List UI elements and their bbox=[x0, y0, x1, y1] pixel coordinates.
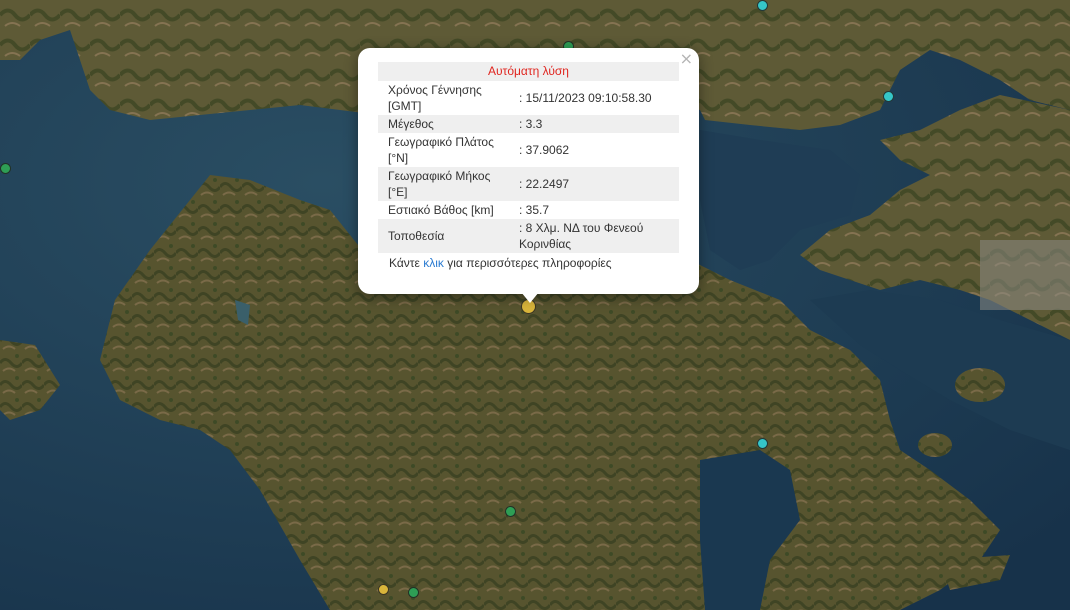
more-info-text: Κάντε κλικ για περισσότερες πληροφορίες bbox=[378, 253, 679, 273]
row-label: Γεωγραφικό Πλάτος [°N] bbox=[388, 135, 494, 165]
earthquake-marker-icon[interactable] bbox=[757, 0, 768, 11]
table-row: Τοποθεσία : 8 Χλμ. ΝΔ του Φενεού Κορινθί… bbox=[378, 219, 679, 253]
table-row: Μέγεθος : 3.3 bbox=[378, 115, 679, 133]
row-label: Χρόνος Γέννησης [GMT] bbox=[388, 83, 482, 113]
row-value: : 3.3 bbox=[509, 115, 679, 133]
row-label: Μέγεθος bbox=[378, 115, 509, 133]
close-icon[interactable]: × bbox=[680, 51, 693, 67]
more-info-prefix: Κάντε bbox=[389, 256, 420, 270]
row-label: Εστιακό Βάθος [km] bbox=[388, 203, 494, 217]
info-table: Χρόνος Γέννησης [GMT] : 15/11/2023 09:10… bbox=[378, 81, 679, 253]
popup-content: Αυτόματη λύση Χρόνος Γέννησης [GMT] : 15… bbox=[378, 62, 679, 273]
earthquake-marker-icon[interactable] bbox=[378, 584, 389, 595]
more-info-suffix: για περισσότερες πληροφορίες bbox=[447, 256, 612, 270]
popup-tip bbox=[521, 292, 539, 303]
earthquake-marker-icon[interactable] bbox=[757, 438, 768, 449]
city-area bbox=[980, 240, 1070, 310]
earthquake-marker-icon[interactable] bbox=[408, 587, 419, 598]
more-info-link[interactable]: κλικ bbox=[423, 256, 444, 270]
row-value: : 22.2497 bbox=[509, 167, 679, 201]
row-value: : 15/11/2023 09:10:58.30 bbox=[519, 91, 652, 105]
table-row: Γεωγραφικό Μήκος [°E] : 22.2497 bbox=[378, 167, 679, 201]
earthquake-marker-icon[interactable] bbox=[505, 506, 516, 517]
row-value: : 35.7 bbox=[519, 203, 550, 217]
table-row: Χρόνος Γέννησης [GMT] : 15/11/2023 09:10… bbox=[378, 81, 679, 115]
row-value: : 37.9062 bbox=[519, 143, 570, 157]
island-poros bbox=[918, 433, 952, 457]
earthquake-marker-icon[interactable] bbox=[0, 163, 11, 174]
earthquake-marker-icon[interactable] bbox=[883, 91, 894, 102]
row-label: Γεωγραφικό Μήκος [°E] bbox=[378, 167, 509, 201]
popup-title: Αυτόματη λύση bbox=[378, 62, 679, 81]
table-row: Γεωγραφικό Πλάτος [°N] : 37.9062 bbox=[378, 133, 679, 167]
row-label: Τοποθεσία bbox=[378, 219, 509, 253]
island-aegina bbox=[955, 368, 1005, 402]
table-row: Εστιακό Βάθος [km] : 35.7 bbox=[378, 201, 679, 219]
row-value: : 8 Χλμ. ΝΔ του Φενεού Κορινθίας bbox=[509, 219, 679, 253]
earthquake-info-popup: × Αυτόματη λύση Χρόνος Γέννησης [GMT] : … bbox=[358, 48, 699, 294]
